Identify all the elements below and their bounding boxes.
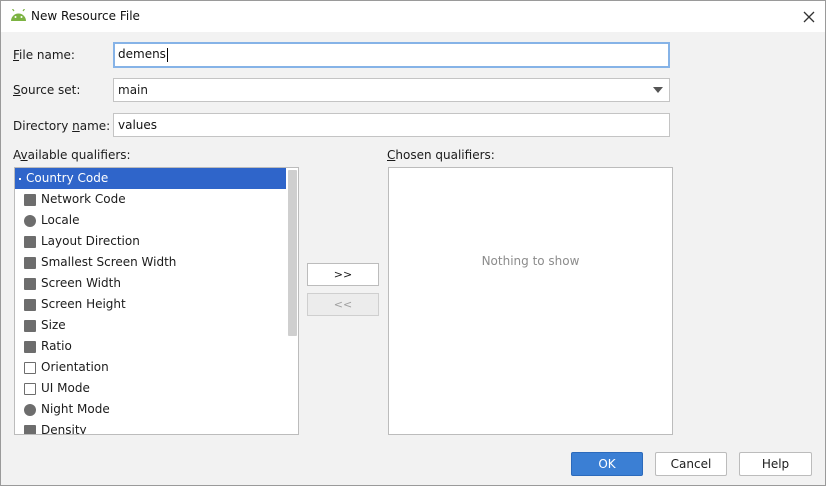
dropdown-arrow-icon[interactable]: [653, 87, 663, 93]
close-button[interactable]: [793, 1, 825, 32]
list-item-country-code[interactable]: Country Code: [15, 168, 286, 189]
add-qualifier-button[interactable]: >>: [307, 263, 379, 286]
ratio-icon: [24, 341, 36, 353]
directory-name-input[interactable]: values: [113, 113, 670, 137]
new-resource-file-dialog: New Resource File File name: demens Sour…: [0, 0, 826, 486]
size-icon: [24, 320, 36, 332]
file-name-input[interactable]: demens: [113, 42, 670, 68]
window-title: New Resource File: [31, 9, 140, 23]
cancel-button[interactable]: Cancel: [655, 452, 727, 476]
list-item-ratio[interactable]: Ratio: [15, 336, 298, 357]
source-set-select[interactable]: main: [113, 78, 670, 102]
chosen-qualifiers-list[interactable]: Nothing to show: [388, 167, 673, 435]
list-item-night-mode[interactable]: Night Mode: [15, 399, 298, 420]
available-qualifiers-label: Available qualifiers:: [13, 148, 131, 162]
list-scrollbar[interactable]: [288, 170, 297, 336]
country-code-icon: [19, 178, 21, 180]
list-item-screen-width[interactable]: Screen Width: [15, 273, 298, 294]
available-qualifiers-list[interactable]: Country Code Network Code Locale Layout …: [14, 167, 299, 435]
source-set-label: Source set:: [13, 83, 81, 97]
directory-name-label: Directory name:: [13, 119, 111, 133]
screen-width-icon: [24, 278, 36, 290]
remove-qualifier-button[interactable]: <<: [307, 293, 379, 316]
empty-state-text: Nothing to show: [481, 254, 580, 268]
list-item-network-code[interactable]: Network Code: [15, 189, 298, 210]
orientation-icon: [24, 362, 36, 374]
list-item-layout-direction[interactable]: Layout Direction: [15, 231, 298, 252]
text-caret: [166, 47, 168, 62]
globe-icon: [24, 215, 36, 227]
chosen-qualifiers-label: Chosen qualifiers:: [387, 148, 495, 162]
list-item-size[interactable]: Size: [15, 315, 298, 336]
network-code-icon: [24, 194, 36, 206]
list-item-ui-mode[interactable]: UI Mode: [15, 378, 298, 399]
list-item-screen-height[interactable]: Screen Height: [15, 294, 298, 315]
close-icon: [803, 11, 815, 22]
list-item-orientation[interactable]: Orientation: [15, 357, 298, 378]
list-item-locale[interactable]: Locale: [15, 210, 298, 231]
file-name-label: File name:: [13, 48, 75, 62]
layout-direction-icon: [24, 236, 36, 248]
density-icon: [24, 425, 36, 434]
ui-mode-icon: [24, 383, 36, 395]
night-mode-icon: [24, 404, 36, 416]
title-bar: New Resource File: [1, 1, 825, 32]
list-item-density[interactable]: Density: [15, 420, 298, 434]
android-icon: [11, 9, 26, 21]
smallest-screen-width-icon: [24, 257, 36, 269]
ok-button[interactable]: OK: [571, 452, 643, 476]
list-item-smallest-screen-width[interactable]: Smallest Screen Width: [15, 252, 298, 273]
help-button[interactable]: Help: [739, 452, 812, 476]
screen-height-icon: [24, 299, 36, 311]
